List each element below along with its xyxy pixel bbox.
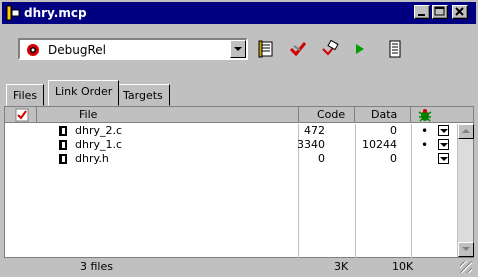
table-row[interactable]: dhry.h 0 0 [5, 152, 457, 166]
column-code-label: Code [317, 108, 346, 121]
vertical-scrollbar[interactable] [457, 124, 474, 257]
tab-files[interactable]: Files [6, 84, 45, 106]
table-row[interactable]: dhry_1.c 3340 10244 • [5, 138, 457, 152]
maximize-button[interactable] [432, 5, 448, 19]
check-icon[interactable] [288, 40, 308, 58]
status-bar: 3 files 3K 10K [4, 258, 474, 275]
tab-targets[interactable]: Targets [116, 84, 170, 106]
project-window: dhry.mcp DebugRel Files Link Order Targe… [0, 0, 478, 277]
close-button[interactable] [452, 5, 468, 19]
target-icon [26, 43, 40, 60]
project-file-icon [6, 5, 20, 21]
column-checkmark[interactable] [5, 107, 37, 123]
code-total: 3K [334, 260, 349, 273]
file-options-button[interactable] [438, 153, 449, 164]
file-name: dhry_2.c [75, 124, 123, 137]
scroll-down-button[interactable] [458, 242, 474, 257]
list-header: File Code Data [5, 107, 473, 123]
data-total: 10K [392, 260, 414, 273]
chevron-down-icon[interactable] [230, 40, 246, 58]
file-options-button[interactable] [438, 125, 449, 136]
file-list-panel: File Code Data dhry_2.c 472 0 • dhry_1.c… [4, 106, 474, 259]
column-file-label: File [79, 108, 98, 121]
debug-marker[interactable]: • [421, 124, 428, 138]
file-name: dhry_1.c [75, 138, 123, 151]
minimize-button[interactable] [414, 5, 430, 19]
code-size: 3340 [297, 138, 325, 151]
file-count: 3 files [80, 260, 113, 273]
toolbar: DebugRel [2, 26, 476, 72]
tab-link-order[interactable]: Link Order [48, 80, 120, 106]
window-title: dhry.mcp [24, 6, 87, 20]
title-bar[interactable]: dhry.mcp [2, 2, 476, 24]
resize-grip[interactable] [460, 261, 472, 273]
table-row[interactable]: dhry_2.c 472 0 • [5, 124, 457, 138]
column-file[interactable]: File [37, 107, 299, 123]
column-code[interactable]: Code [299, 107, 355, 123]
file-rows: dhry_2.c 472 0 • dhry_1.c 3340 10244 • d… [5, 124, 457, 166]
code-size: 472 [304, 124, 325, 137]
debug-marker[interactable]: • [421, 138, 428, 152]
scroll-up-button[interactable] [458, 124, 474, 139]
settings-icon[interactable] [388, 40, 408, 58]
column-debug[interactable] [411, 107, 441, 123]
target-dropdown[interactable]: DebugRel [18, 38, 248, 60]
tab-bar: Files Link Order Targets [2, 78, 476, 106]
target-name: DebugRel [48, 43, 106, 57]
data-size: 0 [390, 152, 397, 165]
column-data-label: Data [371, 108, 398, 121]
data-size: 0 [390, 124, 397, 137]
run-icon[interactable] [352, 40, 372, 58]
file-options-button[interactable] [438, 139, 449, 150]
check-edit-icon[interactable] [320, 39, 340, 58]
bug-icon [418, 109, 432, 122]
source-file-icon [59, 140, 67, 150]
file-name: dhry.h [75, 152, 109, 165]
header-file-icon [59, 154, 67, 164]
column-data[interactable]: Data [355, 107, 411, 123]
source-file-icon [59, 126, 67, 136]
make-icon[interactable] [258, 40, 278, 58]
data-size: 10244 [362, 138, 397, 151]
code-size: 0 [318, 152, 325, 165]
